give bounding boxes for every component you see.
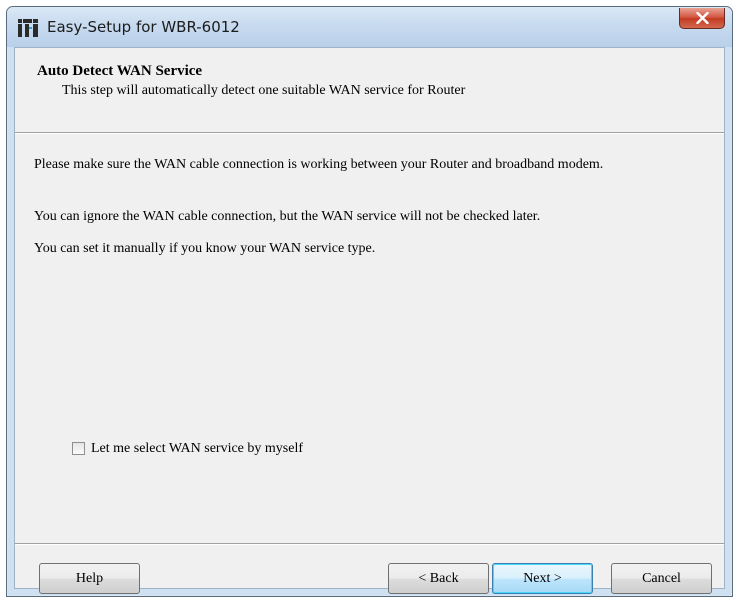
step-description: This step will automatically detect one … xyxy=(62,83,466,98)
dialog-client-area: Auto Detect WAN Service This step will a… xyxy=(14,47,725,594)
ignore-cable-text: You can ignore the WAN cable connection,… xyxy=(34,209,541,224)
next-button[interactable]: Next > xyxy=(492,563,593,594)
manual-select-checkbox[interactable] xyxy=(72,442,85,455)
close-button[interactable] xyxy=(679,8,725,29)
help-button[interactable]: Help xyxy=(39,563,140,594)
footer-divider xyxy=(15,543,724,544)
close-icon xyxy=(696,12,709,24)
app-logo-icon xyxy=(18,19,38,37)
cancel-button[interactable]: Cancel xyxy=(611,563,712,594)
manual-setting-text: You can set it manually if you know your… xyxy=(34,241,376,256)
back-button[interactable]: < Back xyxy=(388,563,489,594)
cable-instruction-text: Please make sure the WAN cable connectio… xyxy=(34,157,604,172)
step-title: Auto Detect WAN Service xyxy=(37,63,203,79)
title-bar[interactable]: Easy-Setup for WBR-6012 xyxy=(7,7,732,47)
window-title: Easy-Setup for WBR-6012 xyxy=(47,18,240,36)
wizard-header: Auto Detect WAN Service This step will a… xyxy=(15,48,724,133)
setup-window: Easy-Setup for WBR-6012 Auto Detect WAN … xyxy=(6,6,733,597)
manual-select-checkbox-label[interactable]: Let me select WAN service by myself xyxy=(91,441,303,457)
